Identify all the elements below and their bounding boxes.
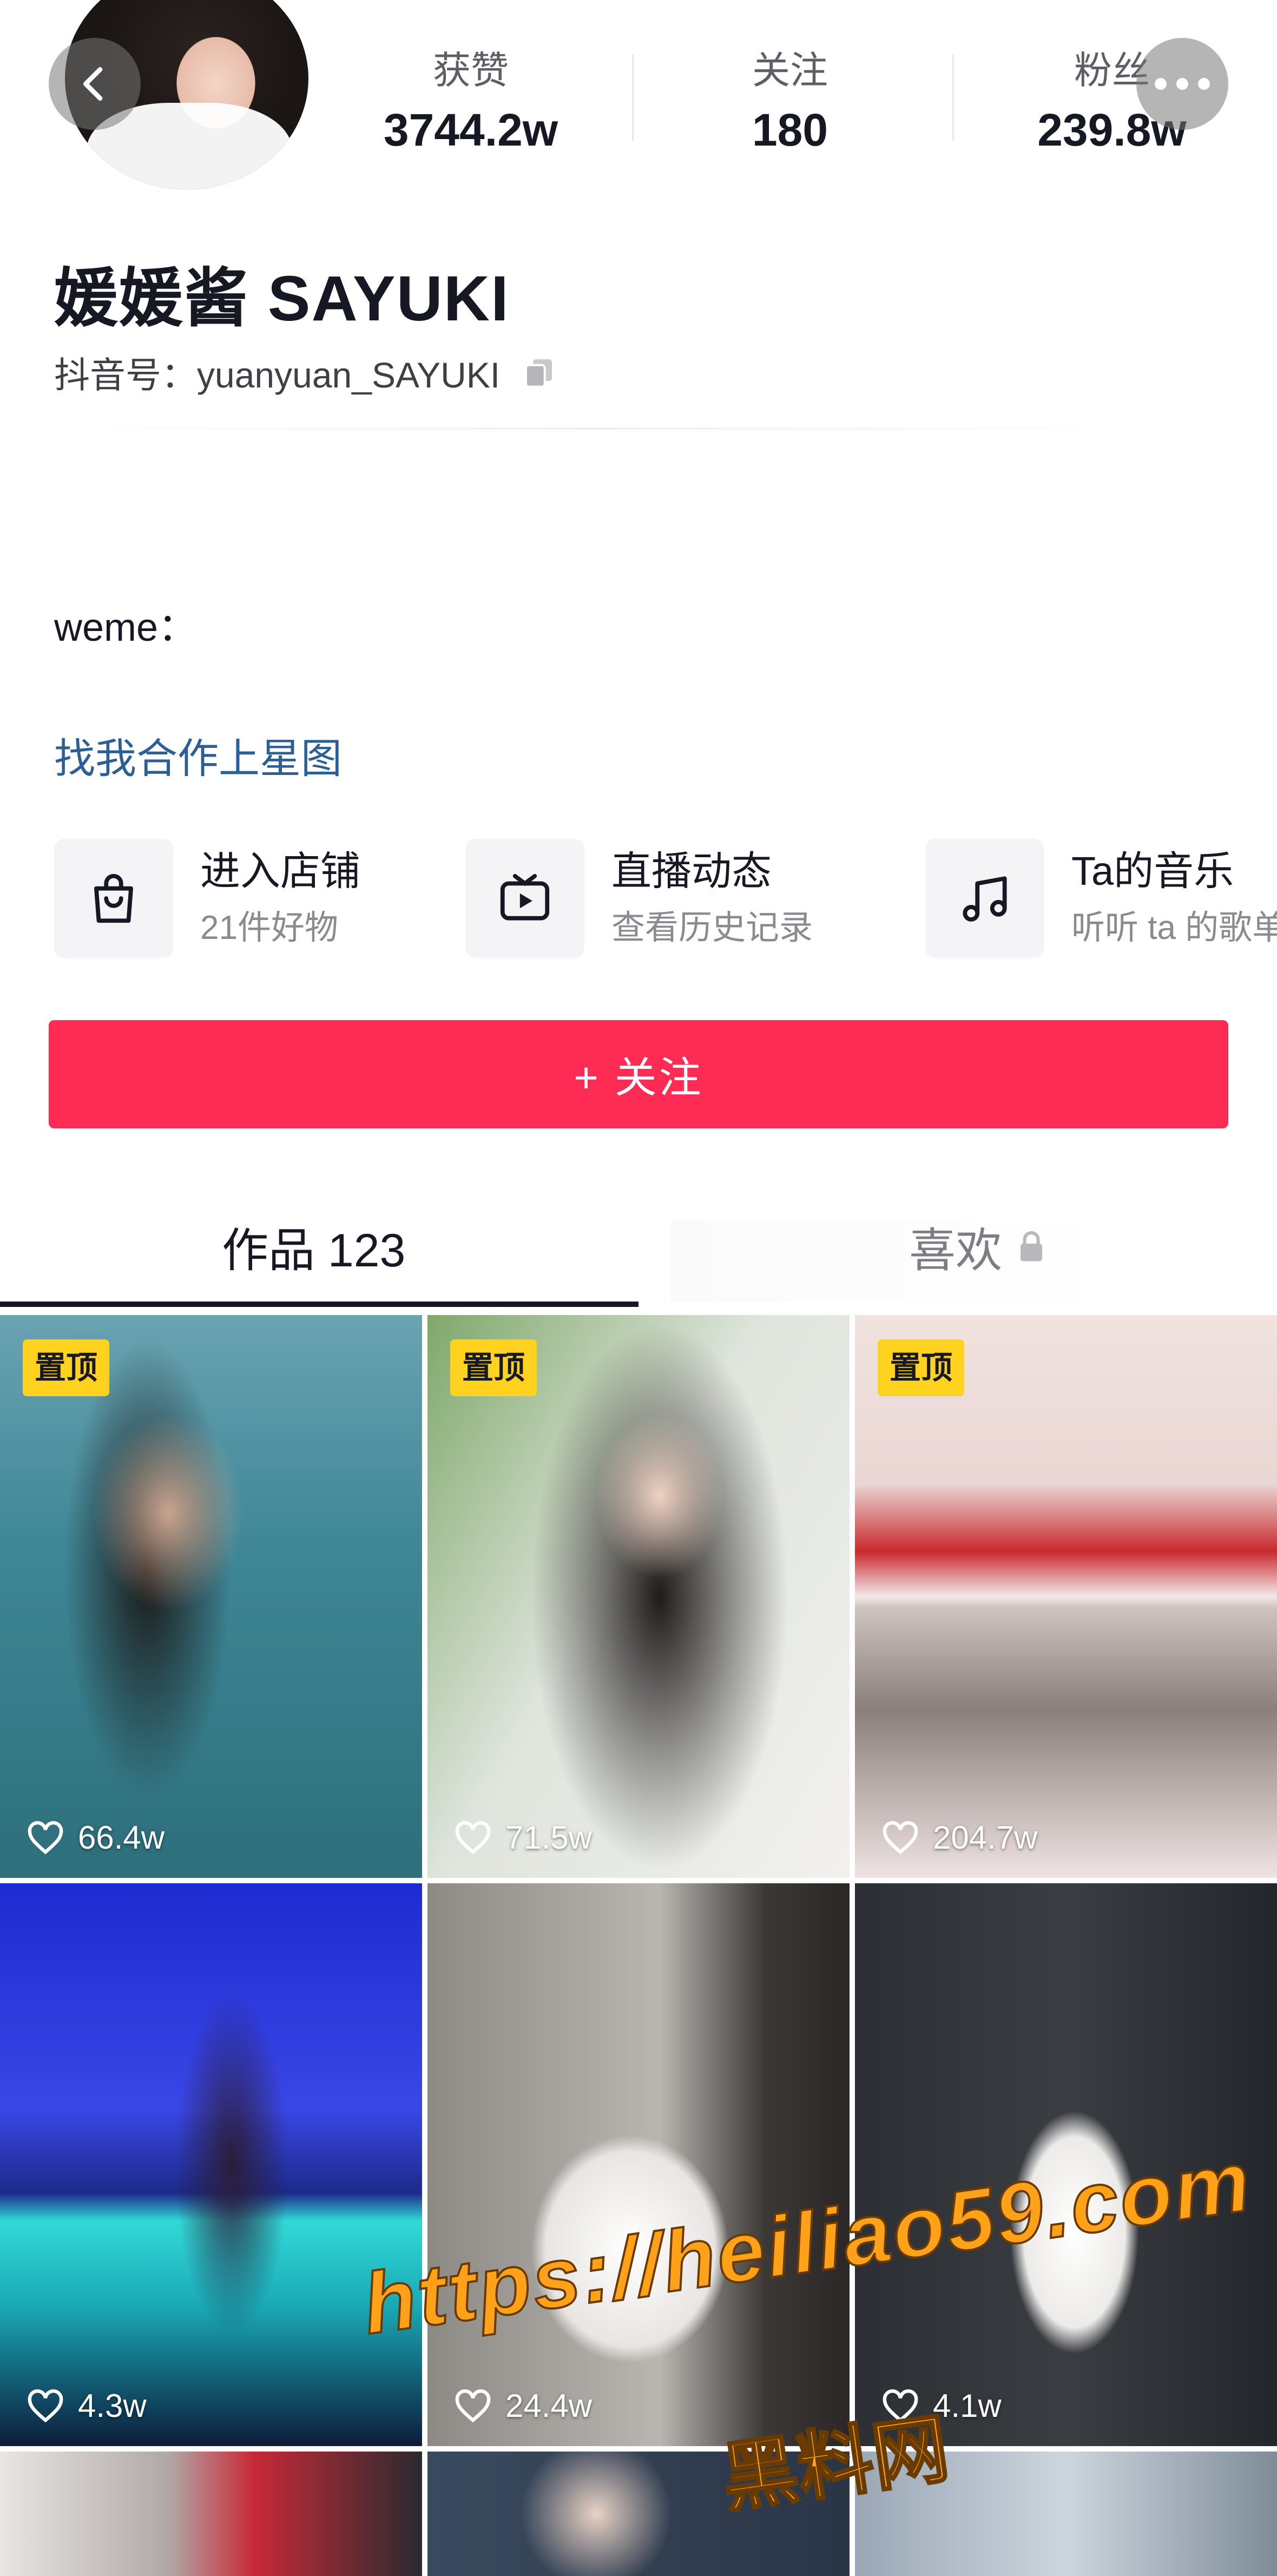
feature-live[interactable]: 直播动态 查看历史记录 <box>465 839 813 958</box>
video-likes-count: 204.7w <box>933 1819 1038 1856</box>
feature-icon-box <box>54 839 173 958</box>
heart-icon <box>28 2389 63 2422</box>
stat-divider <box>632 54 634 141</box>
video-thumbnail[interactable]: 置顶 66.4w <box>0 1315 422 1878</box>
douyin-id-row: 抖音号：yuanyuan_SAYUKI <box>54 346 556 398</box>
stat-following-label: 关注 <box>752 49 828 91</box>
video-thumbnail[interactable] <box>0 2452 422 2576</box>
video-thumbnail[interactable]: 置顶 204.7w <box>855 1315 1277 1878</box>
feature-subtitle: 21件好物 <box>200 909 338 947</box>
divider <box>54 428 1136 430</box>
tv-icon <box>500 873 550 921</box>
douyin-id: 抖音号：yuanyuan_SAYUKI <box>54 355 501 395</box>
feature-music[interactable]: Ta的音乐 听听 ta 的歌单 <box>925 839 1277 958</box>
lock-icon <box>1021 1231 1042 1261</box>
video-thumbnail[interactable]: 4.3w <box>0 1883 422 2446</box>
video-likes: 204.7w <box>881 1819 1037 1856</box>
more-dots-icon <box>1155 78 1210 90</box>
heart-icon <box>455 1821 491 1854</box>
video-likes-count: 4.3w <box>78 2388 147 2424</box>
heart-icon <box>28 1821 63 1854</box>
stat-following[interactable]: 关注 180 <box>638 43 942 162</box>
video-likes-count: 24.4w <box>505 2388 593 2424</box>
video-likes: 4.3w <box>26 2387 147 2424</box>
stat-following-value: 180 <box>752 104 828 155</box>
pinned-badge: 置顶 <box>450 1339 537 1396</box>
shopping-bag-icon <box>94 873 133 923</box>
more-button[interactable] <box>1136 38 1228 130</box>
profile-name: 媛媛酱 SAYUKI <box>54 263 510 334</box>
video-likes-count: 71.5w <box>505 1819 593 1856</box>
heart-icon <box>883 1821 918 1854</box>
video-likes: 71.5w <box>453 1819 592 1856</box>
feature-title: 直播动态 <box>611 849 772 893</box>
tab-likes-label: 喜欢 <box>909 1225 1002 1277</box>
tab-indicator <box>0 1302 638 1307</box>
tab-likes[interactable]: 喜欢 <box>909 1212 1045 1280</box>
feature-shop[interactable]: 进入店铺 21件好物 <box>54 839 360 958</box>
stat-likes[interactable]: 获赞 3744.2w <box>319 43 622 162</box>
feature-subtitle: 查看历史记录 <box>611 909 813 947</box>
stat-divider <box>952 54 954 141</box>
video-likes: 66.4w <box>26 1819 164 1856</box>
copy-icon[interactable] <box>522 355 556 390</box>
chevron-left-icon <box>83 67 103 101</box>
music-note-icon <box>963 876 1007 922</box>
tab-background <box>671 1220 1115 1302</box>
feature-subtitle: 听听 ta 的歌单 <box>1071 909 1277 947</box>
back-button[interactable] <box>49 38 141 130</box>
pinned-badge: 置顶 <box>878 1339 965 1396</box>
heart-icon <box>455 2389 491 2422</box>
video-likes-count: 66.4w <box>78 1819 165 1856</box>
feature-title: Ta的音乐 <box>1071 849 1234 893</box>
follow-button[interactable]: + 关注 <box>49 1020 1228 1128</box>
bio-text: weme： <box>54 606 198 649</box>
xingtu-link[interactable]: 找我合作上星图 <box>54 725 342 785</box>
stat-likes-value: 3744.2w <box>383 104 558 155</box>
stat-likes-label: 获赞 <box>433 49 509 91</box>
feature-title: 进入店铺 <box>200 849 360 893</box>
feature-icon-box <box>465 839 584 958</box>
pinned-badge: 置顶 <box>23 1339 110 1396</box>
feature-icon-box <box>925 839 1044 958</box>
tab-works[interactable]: 作品 123 <box>222 1212 405 1280</box>
video-likes: 24.4w <box>453 2387 592 2424</box>
video-thumbnail[interactable]: 24.4w <box>427 1883 850 2446</box>
video-thumbnail[interactable]: 置顶 71.5w <box>427 1315 850 1878</box>
